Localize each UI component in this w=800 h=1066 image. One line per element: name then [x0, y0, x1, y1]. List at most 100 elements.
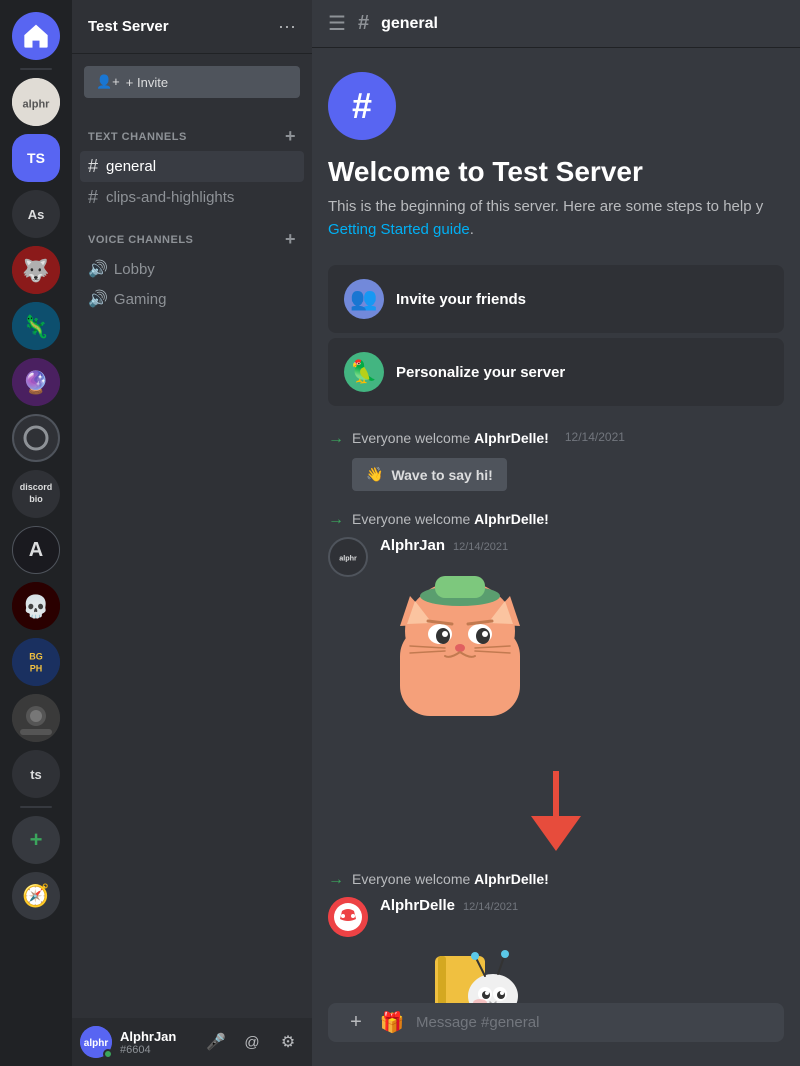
alphrdelle-message-content: AlphrDelle 12/14/2021 — [380, 897, 784, 1003]
server-list: alphr TS As 🐺 🦎 🔮 discordbio A 💀 BGPH — [0, 0, 72, 1066]
alphrjan-message-content: AlphrJan 12/14/2021 — [380, 537, 784, 731]
personalize-title: Personalize your server — [396, 364, 565, 381]
invite-friends-icon: 👥 — [344, 279, 384, 319]
wave-button[interactable]: 👋 Wave to say hi! — [352, 458, 507, 491]
plus-icon: + — [350, 1011, 362, 1034]
action-card-invite[interactable]: 👥 Invite your friends — [328, 265, 784, 333]
server-icon-circle[interactable] — [12, 414, 60, 462]
channel-name-lobby: Lobby — [114, 261, 155, 278]
mic-button[interactable]: 🎤 — [200, 1026, 232, 1058]
text-channels-header[interactable]: TEXT CHANNELS + — [80, 110, 304, 151]
gift-button[interactable]: 🎁 — [380, 1011, 404, 1035]
server-icon-blue[interactable]: 🦎 — [12, 302, 60, 350]
settings-icon: ⚙ — [281, 1032, 295, 1052]
system-message-group-1: → Everyone welcome AlphrDelle! 12/14/202… — [328, 430, 784, 491]
add-attachment-button[interactable]: + — [344, 1011, 368, 1035]
main-content: ☰ # general # Welcome to Test Server Thi… — [312, 0, 800, 1066]
user-area: alphr AlphrJan #6604 🎤 @ ⚙ — [72, 1018, 312, 1066]
invite-label: + Invite — [126, 75, 168, 90]
text-channels-label: TEXT CHANNELS — [88, 131, 187, 143]
personalize-icon: 🦜 — [344, 352, 384, 392]
channel-item-general[interactable]: # general — [80, 151, 304, 182]
mic-icon: 🎤 — [206, 1032, 226, 1052]
add-server-button[interactable]: + — [12, 816, 60, 864]
svg-text:💀: 💀 — [22, 594, 49, 619]
wave-emoji: 👋 — [366, 466, 383, 483]
channel-item-gaming[interactable]: 🔊 Gaming — [80, 284, 304, 314]
server-icon-photo[interactable] — [12, 694, 60, 742]
welcome-description: This is the beginning of this server. He… — [328, 196, 784, 241]
channel-header-name: general — [381, 15, 438, 33]
voice-channels-label: VOICE CHANNELS — [88, 234, 193, 246]
alphrdelle-username: AlphrDelle — [380, 897, 455, 914]
server-divider-2 — [20, 806, 52, 808]
add-voice-channel-button[interactable]: + — [285, 229, 296, 250]
welcome-desc-text: This is the beginning of this server. He… — [328, 198, 763, 215]
action-cards: 👥 Invite your friends 🦜 Personalize your… — [328, 265, 784, 410]
system-message-1: → Everyone welcome AlphrDelle! 12/14/202… — [328, 430, 784, 448]
alphrdelle-avatar — [328, 897, 368, 937]
user-info: AlphrJan #6604 — [120, 1029, 192, 1056]
alphrjan-timestamp: 12/14/2021 — [453, 541, 508, 553]
voice-channels-header[interactable]: VOICE CHANNELS + — [80, 213, 304, 254]
message-group-alphrdelle: → Everyone welcome AlphrDelle! — [328, 871, 784, 1003]
server-icon-alphr[interactable]: alphr — [12, 78, 60, 126]
channel-name-clips: clips-and-highlights — [106, 189, 234, 206]
hash-icon: # — [88, 156, 98, 177]
ts-label: TS — [27, 150, 45, 166]
username: AlphrJan — [120, 1029, 192, 1044]
server-icon-discord-bio[interactable]: discordbio — [12, 470, 60, 518]
add-text-channel-button[interactable]: + — [285, 126, 296, 147]
channel-name-gaming: Gaming — [114, 291, 167, 308]
welcome-title: Welcome to Test Server — [328, 156, 784, 188]
message-row-alphrdelle: AlphrDelle 12/14/2021 — [328, 897, 784, 1003]
discover-button[interactable]: 🧭 — [12, 872, 60, 920]
svg-text:alphr: alphr — [84, 1038, 109, 1049]
user-controls: 🎤 @ ⚙ — [200, 1026, 304, 1058]
system-text-2: Everyone welcome AlphrDelle! — [352, 511, 549, 527]
invite-button[interactable]: 👤+ + Invite — [84, 66, 300, 98]
message-input[interactable] — [416, 1003, 768, 1042]
server-header[interactable]: Test Server ··· — [72, 0, 312, 54]
system-message-alphrdelle: → Everyone welcome AlphrDelle! — [328, 871, 784, 889]
message-group-alphrjan: → Everyone welcome AlphrDelle! alphr Alp… — [328, 511, 784, 731]
server-icon-purple[interactable]: 🔮 — [12, 358, 60, 406]
hamburger-icon[interactable]: ☰ — [328, 11, 346, 36]
alphrjan-username: AlphrJan — [380, 537, 445, 554]
as-label: As — [28, 207, 45, 222]
at-icon: @ — [244, 1034, 259, 1051]
server-icon-pgph[interactable]: BGPH — [12, 638, 60, 686]
server-icon-ts2[interactable]: ts — [12, 750, 60, 798]
bee-sticker — [380, 918, 784, 1003]
home-server-icon[interactable] — [12, 12, 60, 60]
arrow-icon-1: → — [328, 430, 344, 448]
getting-started-link[interactable]: Getting Started guide — [328, 221, 470, 238]
speaker-icon-2: 🔊 — [88, 289, 108, 309]
settings-button[interactable]: ⚙ — [272, 1026, 304, 1058]
chat-area: # Welcome to Test Server This is the beg… — [312, 48, 800, 1003]
welcome-section: # Welcome to Test Server This is the beg… — [328, 72, 784, 241]
dark-a-label: A — [29, 539, 43, 562]
server-icon-dark-a[interactable]: A — [12, 526, 60, 574]
voice-channels-section: VOICE CHANNELS + 🔊 Lobby 🔊 Gaming — [72, 213, 312, 314]
server-options-icon[interactable]: ··· — [278, 16, 296, 37]
system-date-1: 12/14/2021 — [565, 430, 625, 444]
at-button[interactable]: @ — [236, 1026, 268, 1058]
channel-item-lobby[interactable]: 🔊 Lobby — [80, 254, 304, 284]
user-tag: #6604 — [120, 1044, 192, 1056]
arrow-icon-3: → — [328, 871, 344, 889]
alphrdelle-timestamp: 12/14/2021 — [463, 901, 518, 913]
server-icon-red[interactable]: 🐺 — [12, 246, 60, 294]
server-icon-darkred[interactable]: 💀 — [12, 582, 60, 630]
message-row-alphrjan: alphr AlphrJan 12/14/2021 — [328, 537, 784, 731]
channel-item-clips[interactable]: # clips-and-highlights — [80, 182, 304, 213]
message-input-inner: + 🎁 — [328, 1003, 784, 1042]
server-icon-ts[interactable]: TS — [12, 134, 60, 182]
channel-name-general: general — [106, 158, 156, 175]
welcome-hash-icon: # — [328, 72, 396, 140]
action-card-personalize[interactable]: 🦜 Personalize your server — [328, 338, 784, 406]
svg-text:🐺: 🐺 — [22, 258, 49, 283]
compass-icon: 🧭 — [22, 883, 49, 909]
server-icon-as[interactable]: As — [12, 190, 60, 238]
server-divider — [20, 68, 52, 70]
